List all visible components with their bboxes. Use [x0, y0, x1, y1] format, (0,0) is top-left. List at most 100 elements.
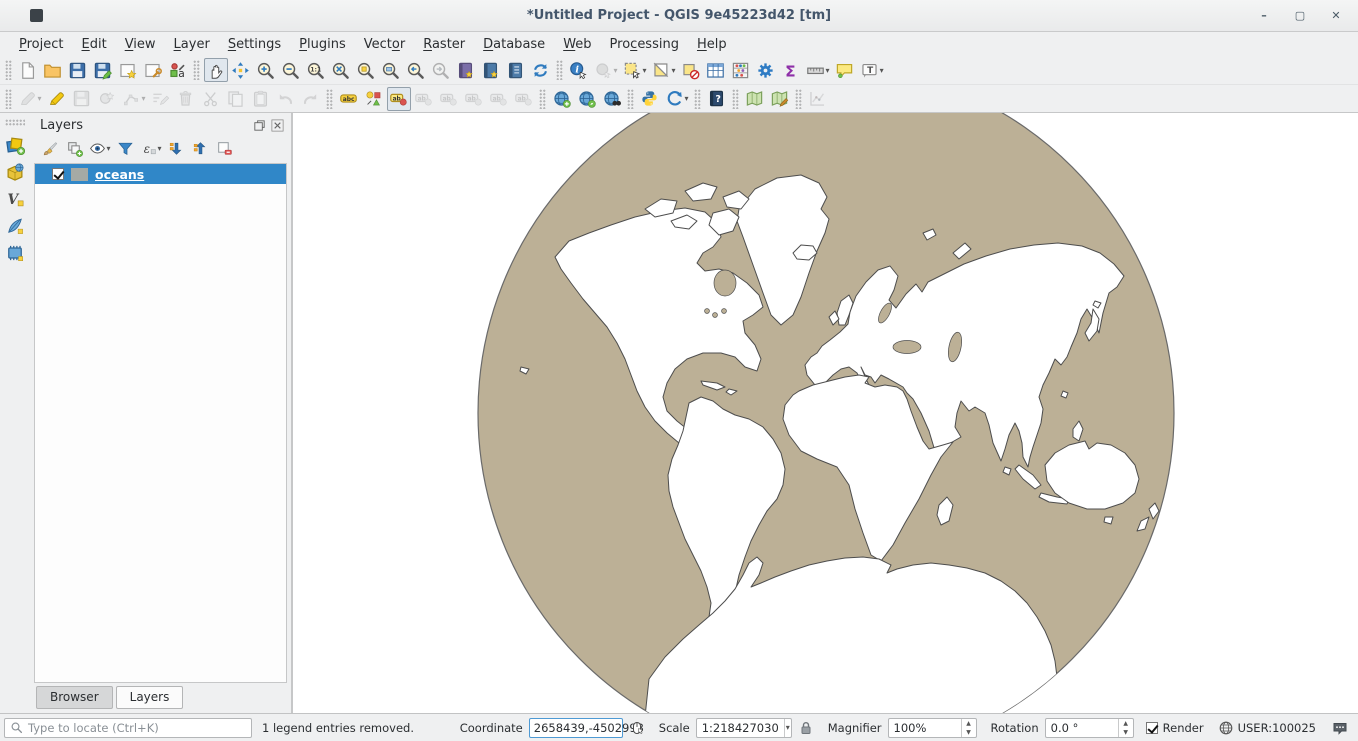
pin-unpin-labels-button[interactable] [387, 87, 411, 111]
dropdown-caret-icon[interactable]: ▾ [38, 94, 42, 103]
dropdown-caret-icon[interactable]: ▾ [685, 94, 689, 103]
coordinate-input[interactable]: 2658439,-4502993 [529, 718, 623, 738]
data-source-manager-button[interactable] [2, 132, 28, 157]
osm-place-search-button[interactable] [743, 87, 767, 111]
new-virtual-layer-button[interactable] [2, 240, 28, 265]
minimize-button[interactable]: – [1254, 6, 1274, 26]
tab-browser[interactable]: Browser [36, 686, 113, 709]
magnifier-up-icon[interactable]: ▲ [962, 719, 976, 728]
dropdown-caret-icon[interactable]: ▾ [826, 66, 830, 75]
layer-labeling-options-button[interactable] [337, 87, 361, 111]
menu-plugins[interactable]: Plugins [290, 34, 355, 55]
identify-features-button[interactable] [567, 58, 591, 82]
add-wms-layer-button[interactable] [550, 87, 574, 111]
style-manager-button[interactable] [166, 58, 190, 82]
new-geopackage-layer-button[interactable] [2, 159, 28, 184]
new-spatialite-layer-button[interactable] [2, 213, 28, 238]
show-spatial-bookmarks-button[interactable] [479, 58, 503, 82]
manage-map-themes-button[interactable]: ▾ [87, 137, 113, 159]
processing-history-button[interactable]: ▾ [663, 87, 691, 111]
messages-icon[interactable] [1332, 720, 1348, 736]
magnifier-spinbox[interactable]: 100% ▲▼ [888, 718, 977, 738]
open-layer-styling-button[interactable] [39, 137, 62, 159]
locator-search-input[interactable]: Type to locate (Ctrl+K) [4, 718, 252, 738]
menu-project[interactable]: Project [10, 34, 73, 55]
rotation-spinbox[interactable]: 0.0 ° ▲▼ [1045, 718, 1134, 738]
refresh-map-button[interactable] [529, 58, 553, 82]
show-statistical-summary-button[interactable] [779, 58, 803, 82]
zoom-in-button[interactable] [254, 58, 278, 82]
layer-name[interactable]: oceans [95, 167, 144, 182]
expand-all-button[interactable] [165, 137, 188, 159]
zoom-to-selection-button[interactable] [354, 58, 378, 82]
toggle-editing-button[interactable] [45, 87, 69, 111]
refresh-wms-layer-button[interactable] [575, 87, 599, 111]
select-features-button[interactable]: ▾ [621, 58, 649, 82]
text-annotation-button[interactable]: ▾ [858, 58, 886, 82]
measure-line-button[interactable]: ▾ [804, 58, 832, 82]
lock-scale-icon[interactable] [798, 720, 814, 736]
mouse-tracking-icon[interactable] [629, 720, 645, 736]
pan-to-selection-button[interactable] [229, 58, 253, 82]
map-tips-button[interactable] [833, 58, 857, 82]
dropdown-caret-icon[interactable]: ▾ [107, 144, 111, 153]
menu-view[interactable]: View [116, 34, 165, 55]
menu-database[interactable]: Database [474, 34, 554, 55]
menu-raster[interactable]: Raster [414, 34, 474, 55]
map-theme-edit-button[interactable] [768, 87, 792, 111]
zoom-to-layer-button[interactable] [379, 58, 403, 82]
filter-legend-button[interactable] [114, 137, 137, 159]
menu-settings[interactable]: Settings [219, 34, 290, 55]
new-project-button[interactable] [16, 58, 40, 82]
menu-web[interactable]: Web [554, 34, 600, 55]
map-canvas[interactable] [293, 113, 1358, 713]
menu-help[interactable]: Help [688, 34, 736, 55]
menu-vector[interactable]: Vector [355, 34, 414, 55]
tab-layers[interactable]: Layers [116, 686, 184, 709]
show-layout-manager-button[interactable] [141, 58, 165, 82]
scale-combo[interactable]: 1:218427030 ▾ [696, 718, 792, 738]
rotation-down-icon[interactable]: ▼ [1119, 728, 1133, 737]
panel-close-icon[interactable] [270, 118, 285, 133]
render-checkbox[interactable] [1146, 722, 1158, 734]
menu-edit[interactable]: Edit [73, 34, 116, 55]
dropdown-caret-icon[interactable]: ▾ [643, 66, 647, 75]
magnifier-down-icon[interactable]: ▼ [962, 728, 976, 737]
new-print-layout-button[interactable] [116, 58, 140, 82]
close-button[interactable]: ✕ [1326, 6, 1346, 26]
show-bookmark-manager-button[interactable] [504, 58, 528, 82]
dropdown-caret-icon[interactable]: ▾ [880, 66, 884, 75]
scale-dropdown-icon[interactable]: ▾ [784, 719, 791, 737]
rotation-up-icon[interactable]: ▲ [1119, 719, 1133, 728]
menu-layer[interactable]: Layer [165, 34, 219, 55]
open-attribute-table-button[interactable] [704, 58, 728, 82]
save-project-as-button[interactable] [91, 58, 115, 82]
python-console-button[interactable] [638, 87, 662, 111]
new-shapefile-layer-button[interactable] [2, 186, 28, 211]
layer-row-oceans[interactable]: oceans [35, 164, 286, 184]
menu-processing[interactable]: Processing [601, 34, 688, 55]
filter-by-expression-button[interactable]: ▾ [138, 137, 164, 159]
zoom-out-button[interactable] [279, 58, 303, 82]
processing-toolbox-button[interactable] [754, 58, 778, 82]
open-project-button[interactable] [41, 58, 65, 82]
collapse-all-button[interactable] [189, 137, 212, 159]
pan-map-button[interactable] [204, 58, 228, 82]
add-group-button[interactable] [63, 137, 86, 159]
open-field-calculator-button[interactable] [729, 58, 753, 82]
deselect-features-button[interactable] [679, 58, 703, 82]
save-project-button[interactable] [66, 58, 90, 82]
maximize-button[interactable]: ▢ [1290, 6, 1310, 26]
remove-layer-button[interactable] [213, 137, 236, 159]
zoom-native-button[interactable] [304, 58, 328, 82]
zoom-last-button[interactable] [404, 58, 428, 82]
crs-status-button[interactable]: USER:100025 [1218, 720, 1316, 736]
layer-visibility-checkbox[interactable] [52, 168, 64, 180]
dropdown-caret-icon[interactable]: ▾ [142, 94, 146, 103]
layer-diagram-options-button[interactable] [362, 87, 386, 111]
metasearch-button[interactable] [600, 87, 624, 111]
dropdown-caret-icon[interactable]: ▾ [158, 144, 162, 153]
help-contents-button[interactable] [705, 87, 729, 111]
dropdown-caret-icon[interactable]: ▾ [614, 66, 618, 75]
panel-float-icon[interactable] [252, 118, 267, 133]
